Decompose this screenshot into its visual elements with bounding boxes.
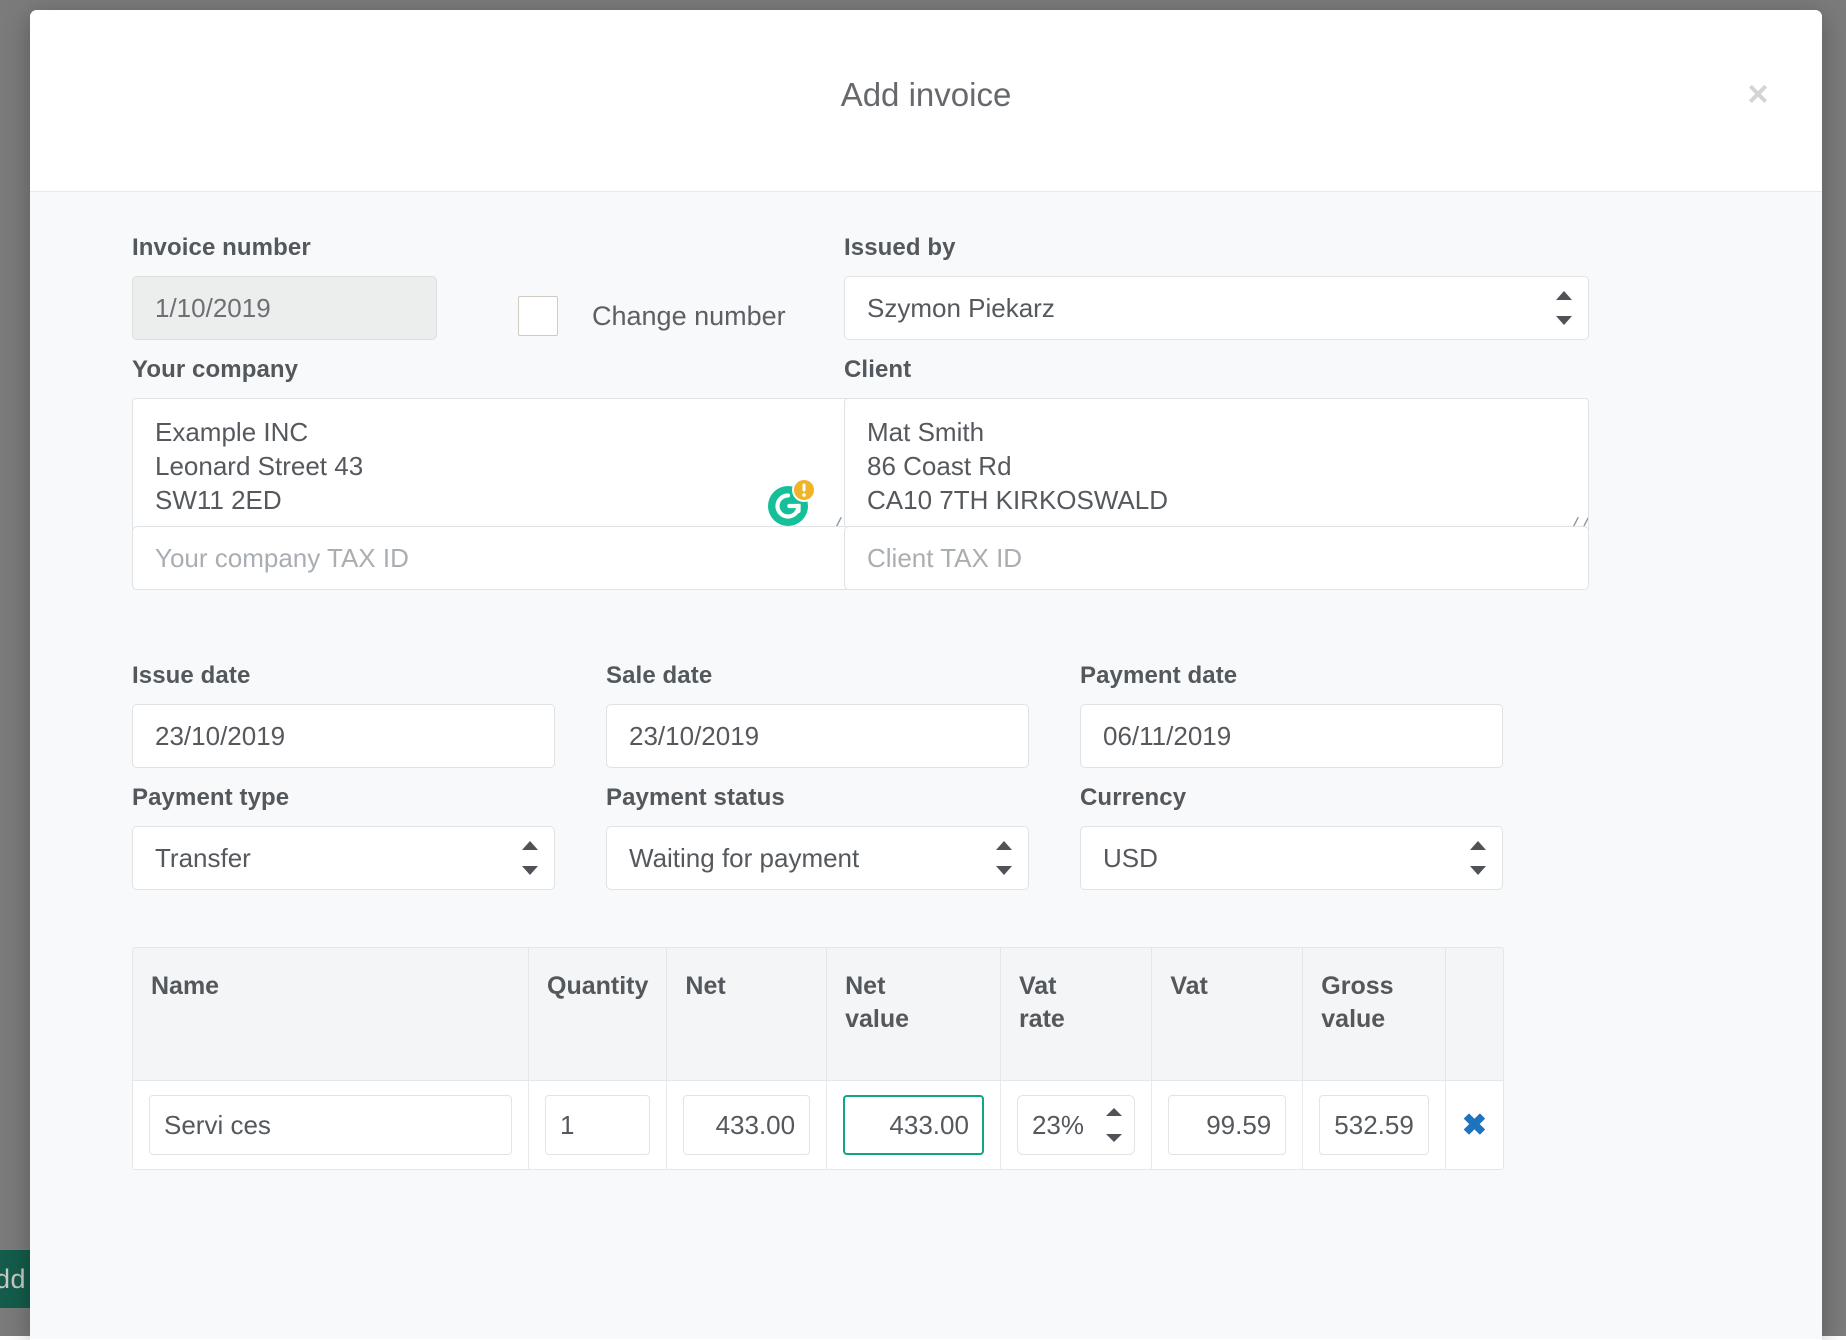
background-add-button[interactable]: Add [0, 1250, 30, 1308]
chevron-updown-icon [996, 841, 1012, 875]
cell-vat-rate: 23% [1000, 1081, 1151, 1170]
add-invoice-modal: Add invoice × Invoice number 1/10/2019 C… [30, 10, 1822, 1340]
client-tax-id-group: Client TAX ID [844, 526, 1589, 590]
issue-date-group: Issue date 23/10/2019 [132, 662, 555, 768]
sale-date-label: Sale date [606, 662, 1029, 690]
column-header-quantity: Quantity [529, 948, 667, 1081]
client-group: Client Mat Smith 86 Coast Rd CA10 7TH KI… [844, 356, 1589, 540]
issue-date-input[interactable]: 23/10/2019 [132, 704, 555, 768]
invoice-number-group: Invoice number 1/10/2019 Change number [132, 234, 852, 340]
payment-type-group: Payment type Transfer [132, 784, 555, 890]
chevron-updown-icon [1470, 841, 1486, 875]
currency-label: Currency [1080, 784, 1503, 812]
client-line-2: 86 Coast Rd [867, 449, 1566, 483]
payment-type-label: Payment type [132, 784, 555, 812]
company-tax-id-group: Your company TAX ID [132, 526, 852, 590]
cell-actions: ✖ [1445, 1081, 1503, 1170]
payment-date-input[interactable]: 06/11/2019 [1080, 704, 1503, 768]
change-number-group: Change number [518, 296, 786, 336]
issued-by-group: Issued by Szymon Piekarz [844, 234, 1589, 340]
your-company-textarea[interactable]: Example INC Leonard Street 43 SW11 2ED ╱… [132, 398, 852, 540]
company-line-1: Example INC [155, 415, 829, 449]
invoice-number-input[interactable]: 1/10/2019 [132, 276, 437, 340]
delete-row-icon[interactable]: ✖ [1462, 1108, 1487, 1143]
item-vat-rate-value: 23% [1032, 1110, 1084, 1141]
payment-status-group: Payment status Waiting for payment [606, 784, 1029, 890]
payment-status-value: Waiting for payment [629, 843, 859, 874]
client-label: Client [844, 356, 1589, 384]
table-row: Servi ces 1 433.00 433.00 [133, 1081, 1503, 1170]
company-line-2: Leonard Street 43 [155, 449, 829, 483]
payment-date-label: Payment date [1080, 662, 1503, 690]
company-tax-id-input[interactable]: Your company TAX ID [132, 526, 852, 590]
column-header-name: Name [133, 948, 529, 1081]
invoice-number-label: Invoice number [132, 234, 852, 262]
chevron-updown-icon [1106, 1108, 1122, 1142]
column-header-net: Net [667, 948, 827, 1081]
payment-status-select[interactable]: Waiting for payment [606, 826, 1029, 890]
currency-group: Currency USD [1080, 784, 1503, 890]
sale-date-group: Sale date 23/10/2019 [606, 662, 1029, 768]
chevron-updown-icon [522, 841, 538, 875]
currency-select[interactable]: USD [1080, 826, 1503, 890]
client-line-1: Mat Smith [867, 415, 1566, 449]
item-gross-value-input[interactable]: 532.59 [1319, 1095, 1429, 1155]
cell-gross-value: 532.59 [1303, 1081, 1446, 1170]
issue-date-label: Issue date [132, 662, 555, 690]
currency-value: USD [1103, 843, 1158, 874]
client-tax-id-input[interactable]: Client TAX ID [844, 526, 1589, 590]
close-icon[interactable]: × [1736, 72, 1780, 116]
your-company-label: Your company [132, 356, 852, 384]
column-header-vat: Vat [1152, 948, 1303, 1081]
issued-by-value: Szymon Piekarz [867, 293, 1055, 324]
grammarly-icon[interactable] [765, 475, 819, 529]
item-vat-input[interactable]: 99.59 [1168, 1095, 1286, 1155]
cell-net: 433.00 [667, 1081, 827, 1170]
column-header-vat-rate: Vat rate [1000, 948, 1151, 1081]
item-quantity-input[interactable]: 1 [545, 1095, 650, 1155]
column-header-net-value: Net value [827, 948, 1001, 1081]
invoice-items-table: Name Quantity Net Net value [132, 947, 1504, 1170]
item-name-input[interactable]: Servi ces [149, 1095, 512, 1155]
modal-body: Invoice number 1/10/2019 Change number I… [30, 192, 1822, 1339]
payment-status-label: Payment status [606, 784, 1029, 812]
cell-vat: 99.59 [1152, 1081, 1303, 1170]
your-company-group: Your company Example INC Leonard Street … [132, 356, 852, 540]
change-number-checkbox[interactable] [518, 296, 558, 336]
column-header-gross-value: Gross value [1303, 948, 1446, 1081]
item-vat-rate-select[interactable]: 23% [1017, 1095, 1135, 1155]
modal-header: Add invoice × [30, 10, 1822, 192]
sale-date-input[interactable]: 23/10/2019 [606, 704, 1029, 768]
cell-quantity: 1 [529, 1081, 667, 1170]
table-header-row: Name Quantity Net Net value [133, 948, 1503, 1081]
item-net-input[interactable]: 433.00 [683, 1095, 810, 1155]
issued-by-label: Issued by [844, 234, 1589, 262]
page-title: Add invoice [30, 76, 1822, 114]
cell-name: Servi ces [133, 1081, 529, 1170]
cell-net-value: 433.00 [827, 1081, 1001, 1170]
client-line-3: CA10 7TH KIRKOSWALD [867, 483, 1566, 517]
issued-by-select[interactable]: Szymon Piekarz [844, 276, 1589, 340]
item-net-value-input[interactable]: 433.00 [843, 1095, 984, 1155]
change-number-label: Change number [592, 301, 786, 332]
client-textarea[interactable]: Mat Smith 86 Coast Rd CA10 7TH KIRKOSWAL… [844, 398, 1589, 540]
payment-date-group: Payment date 06/11/2019 [1080, 662, 1503, 768]
payment-type-select[interactable]: Transfer [132, 826, 555, 890]
company-line-3: SW11 2ED [155, 483, 829, 517]
payment-type-value: Transfer [155, 843, 251, 874]
chevron-updown-icon [1556, 291, 1572, 325]
column-header-actions [1445, 948, 1503, 1081]
